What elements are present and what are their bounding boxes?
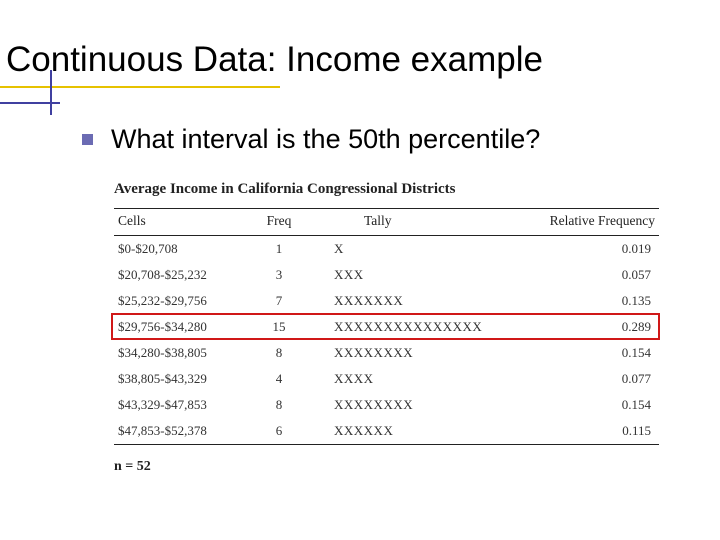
underline-yellow (0, 86, 280, 88)
n-total: n = 52 (114, 459, 690, 475)
table-body: $0-$20,7081X0.019$20,708-$25,2323XXX0.05… (114, 236, 659, 445)
cell-tally: XXXX (314, 366, 544, 392)
title-underline-decoration (0, 86, 720, 116)
table-row: $29,756-$34,28015XXXXXXXXXXXXXXX0.289 (114, 314, 659, 340)
cell-relfreq: 0.154 (544, 392, 659, 418)
table-container: Average Income in California Congression… (0, 181, 720, 475)
col-header-relfreq: Relative Frequency (544, 209, 659, 236)
cell-freq: 8 (244, 392, 314, 418)
table-relative-wrap: Cells Freq Tally Relative Frequency $0-$… (114, 208, 690, 445)
cell-cells: $34,280-$38,805 (114, 340, 244, 366)
cell-cells: $25,232-$29,756 (114, 288, 244, 314)
cell-cells: $20,708-$25,232 (114, 262, 244, 288)
cell-tally: XXXXXXXX (314, 392, 544, 418)
cell-cells: $43,329-$47,853 (114, 392, 244, 418)
table-title: Average Income in California Congression… (114, 181, 690, 198)
cell-relfreq: 0.115 (544, 418, 659, 445)
table-row: $0-$20,7081X0.019 (114, 236, 659, 263)
cell-tally: XXX (314, 262, 544, 288)
cell-tally: XXXXXXXXXXXXXXX (314, 314, 544, 340)
cell-tally: XXXXXXXX (314, 340, 544, 366)
cell-freq: 3 (244, 262, 314, 288)
cell-freq: 6 (244, 418, 314, 445)
cell-tally: X (314, 236, 544, 263)
income-table: Cells Freq Tally Relative Frequency $0-$… (114, 208, 659, 445)
slide-title: Continuous Data: Income example (6, 40, 720, 80)
table-row: $47,853-$52,3786XXXXXX0.115 (114, 418, 659, 445)
cell-freq: 15 (244, 314, 314, 340)
col-header-tally: Tally (314, 209, 544, 236)
cell-cells: $29,756-$34,280 (114, 314, 244, 340)
cell-relfreq: 0.154 (544, 340, 659, 366)
bullet-text: What interval is the 50th percentile? (111, 124, 540, 155)
table-row: $43,329-$47,8538XXXXXXXX0.154 (114, 392, 659, 418)
table-row: $25,232-$29,7567XXXXXXX0.135 (114, 288, 659, 314)
slide-body: What interval is the 50th percentile? (0, 124, 720, 155)
table-header-row: Cells Freq Tally Relative Frequency (114, 209, 659, 236)
cell-relfreq: 0.019 (544, 236, 659, 263)
underline-blue-v (50, 70, 52, 115)
bullet-row: What interval is the 50th percentile? (82, 124, 690, 155)
table-row: $34,280-$38,8058XXXXXXXX0.154 (114, 340, 659, 366)
cell-cells: $0-$20,708 (114, 236, 244, 263)
cell-cells: $47,853-$52,378 (114, 418, 244, 445)
slide: Continuous Data: Income example What int… (0, 0, 720, 540)
cell-freq: 1 (244, 236, 314, 263)
cell-relfreq: 0.057 (544, 262, 659, 288)
square-bullet-icon (82, 134, 93, 145)
cell-tally: XXXXXXX (314, 288, 544, 314)
cell-freq: 8 (244, 340, 314, 366)
table-row: $20,708-$25,2323XXX0.057 (114, 262, 659, 288)
cell-cells: $38,805-$43,329 (114, 366, 244, 392)
cell-freq: 7 (244, 288, 314, 314)
col-header-freq: Freq (244, 209, 314, 236)
cell-relfreq: 0.289 (544, 314, 659, 340)
cell-relfreq: 0.077 (544, 366, 659, 392)
col-header-cells: Cells (114, 209, 244, 236)
cell-relfreq: 0.135 (544, 288, 659, 314)
cell-freq: 4 (244, 366, 314, 392)
cell-tally: XXXXXX (314, 418, 544, 445)
table-row: $38,805-$43,3294XXXX0.077 (114, 366, 659, 392)
